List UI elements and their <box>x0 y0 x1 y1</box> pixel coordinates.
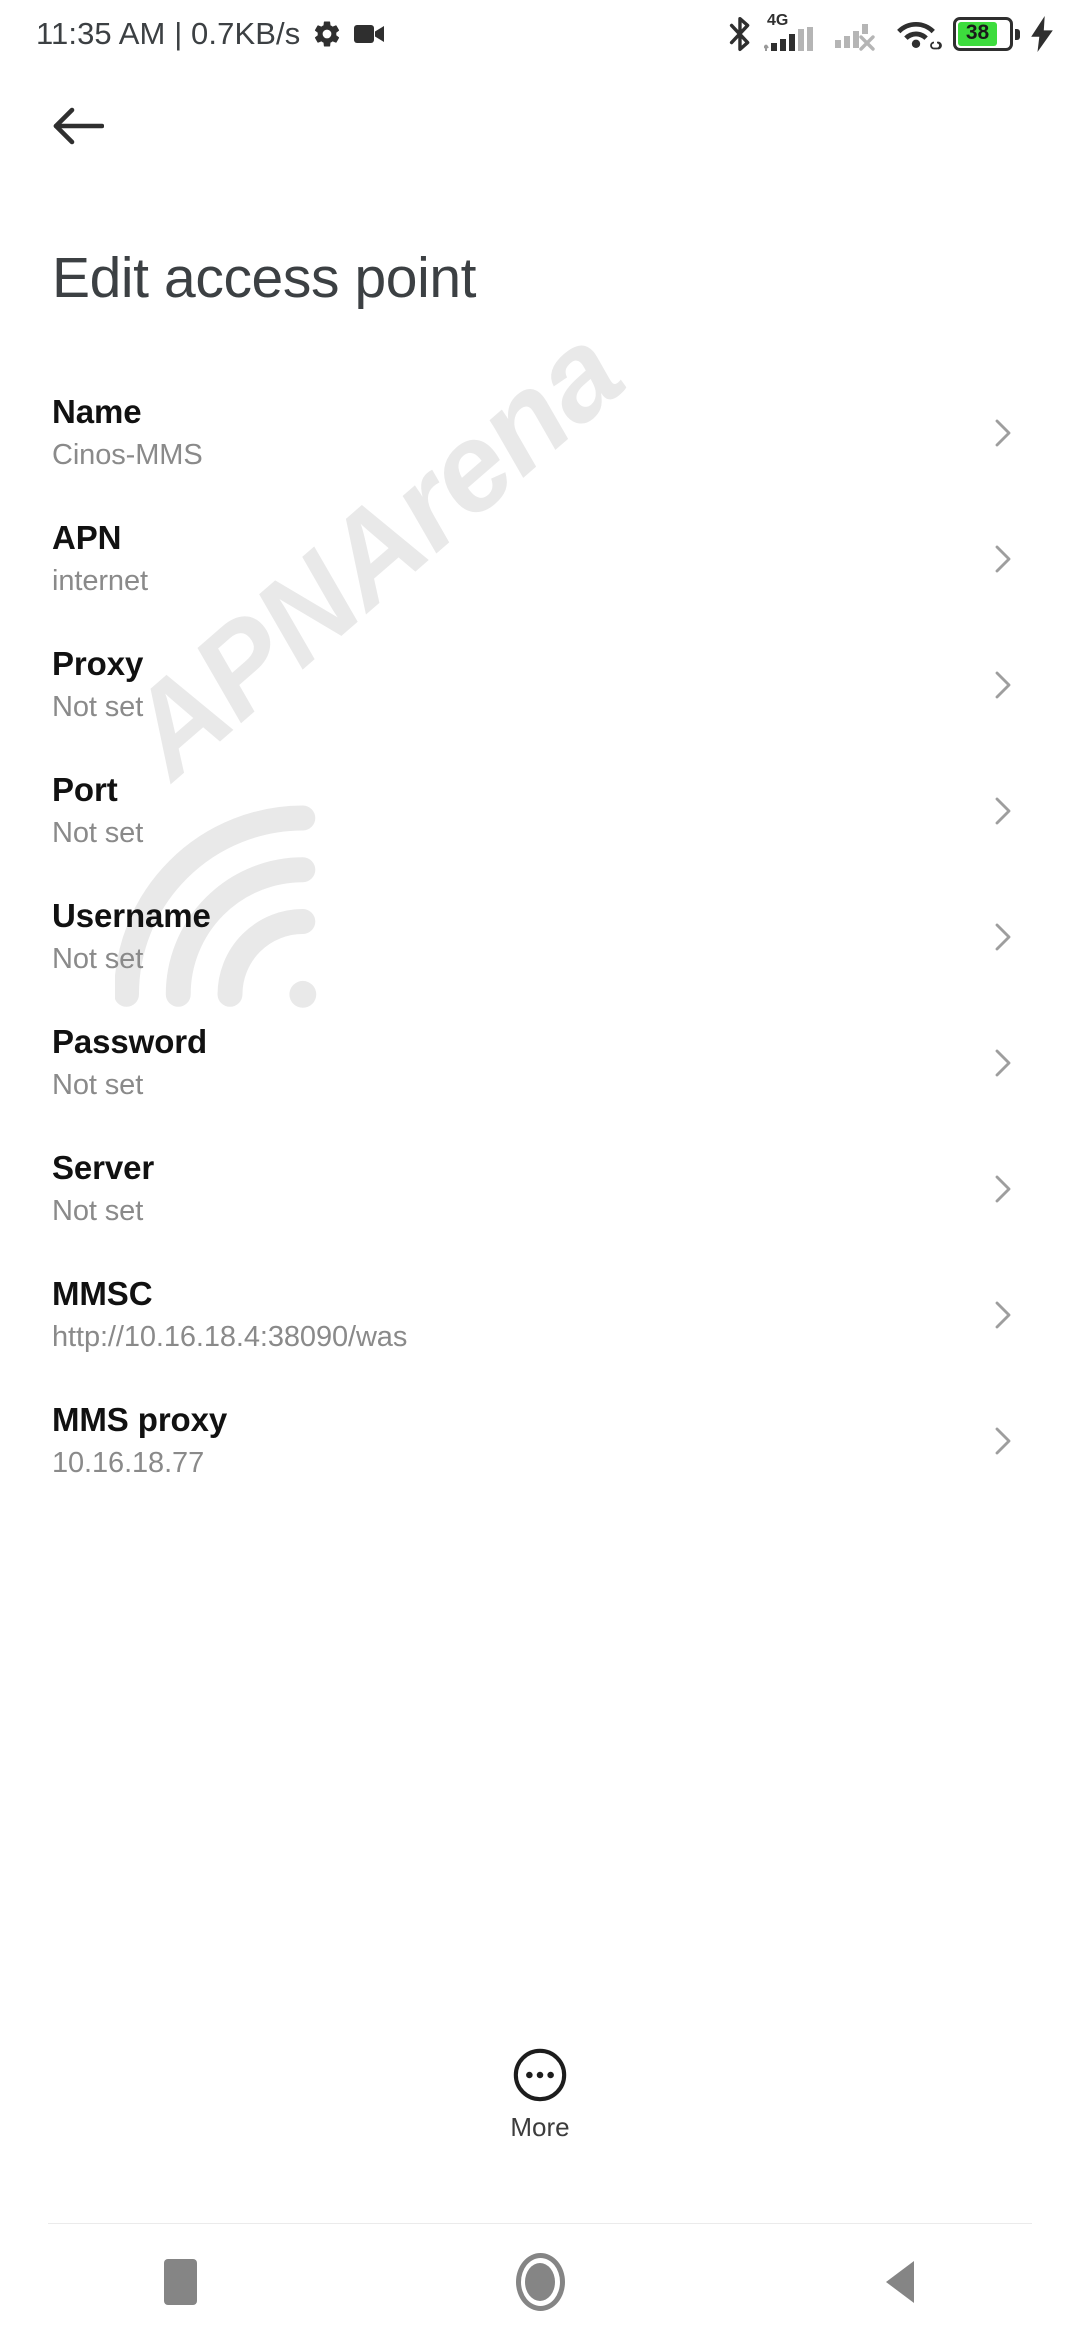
chevron-right-icon <box>995 797 1011 825</box>
home-button[interactable] <box>460 2232 620 2332</box>
status-clock: 11:35 AM | 0.7KB/s <box>36 16 301 51</box>
app-bar <box>0 68 1080 178</box>
list-item[interactable]: APN internet <box>0 496 1080 622</box>
more-button[interactable]: More <box>0 2046 1080 2143</box>
back-nav-button[interactable] <box>820 2232 980 2332</box>
charging-bolt-icon <box>1031 16 1053 52</box>
list-item[interactable]: Name Cinos-MMS <box>0 370 1080 496</box>
chevron-right-icon <box>995 419 1011 447</box>
settings-list: Name Cinos-MMS APN internet Proxy Not set Port… <box>0 370 1080 1504</box>
list-item-value: Not set <box>52 1068 144 1101</box>
list-item-value: Not set <box>52 816 144 849</box>
list-item-label: APN <box>52 518 122 556</box>
status-bar-right: 4G 38 <box>728 13 1054 53</box>
battery-icon: 38 <box>953 17 1020 51</box>
android-nav-bar <box>0 2223 1080 2340</box>
list-item-label: Proxy <box>52 644 144 682</box>
list-item-label: MMS proxy <box>52 1400 228 1438</box>
status-bar: 11:35 AM | 0.7KB/s 4G 38 <box>0 0 1080 68</box>
list-item-label: Server <box>52 1148 155 1186</box>
chevron-right-icon <box>995 1301 1011 1329</box>
video-camera-icon <box>354 25 385 43</box>
more-label: More <box>510 2112 570 2142</box>
chevron-right-icon <box>995 1049 1011 1077</box>
list-item-value: Not set <box>52 942 144 975</box>
list-item-label: Name <box>52 392 142 430</box>
list-item-value: Cinos-MMS <box>52 438 203 471</box>
battery-level-label: 38 <box>965 21 990 44</box>
wifi-icon <box>894 16 942 52</box>
list-item-value: internet <box>52 564 148 597</box>
status-bar-left: 11:35 AM | 0.7KB/s <box>36 16 386 52</box>
chevron-right-icon <box>995 1427 1011 1455</box>
list-item[interactable]: Server Not set <box>0 1126 1080 1252</box>
gear-icon <box>315 21 340 47</box>
list-item[interactable]: MMS proxy 10.16.18.77 <box>0 1378 1080 1504</box>
list-item[interactable]: Username Not set <box>0 874 1080 1000</box>
bluetooth-icon <box>729 16 750 52</box>
signal-4g-icon: 4G <box>764 13 822 53</box>
list-item-value: 10.16.18.77 <box>52 1446 205 1479</box>
chevron-right-icon <box>995 1175 1011 1203</box>
list-item-value: Not set <box>52 1194 144 1227</box>
arrow-left-icon <box>53 107 104 145</box>
chevron-right-icon <box>995 545 1011 573</box>
back-triangle-icon <box>886 2260 914 2303</box>
home-circle-icon <box>515 2252 565 2311</box>
back-button[interactable] <box>40 88 116 164</box>
list-item-value: Not set <box>52 690 144 723</box>
page-title: Edit access point <box>52 246 477 310</box>
list-item[interactable]: Password Not set <box>0 1000 1080 1126</box>
list-item-label: MMSC <box>52 1274 153 1312</box>
chevron-right-icon <box>995 923 1011 951</box>
recents-button[interactable] <box>100 2232 260 2332</box>
list-item-label: Username <box>52 896 211 934</box>
list-item-label: Password <box>52 1022 208 1060</box>
list-item[interactable]: Proxy Not set <box>0 622 1080 748</box>
list-item[interactable]: MMSC http://10.16.18.4:38090/was <box>0 1252 1080 1378</box>
list-item-value: http://10.16.18.4:38090/was <box>52 1320 408 1353</box>
list-item[interactable]: Port Not set <box>0 748 1080 874</box>
chevron-right-icon <box>995 671 1011 699</box>
more-dots-circle-icon <box>513 2048 567 2102</box>
signal-sim2-no-service-icon <box>835 24 875 51</box>
list-item-label: Port <box>52 770 118 808</box>
recents-square-icon <box>163 2258 197 2305</box>
